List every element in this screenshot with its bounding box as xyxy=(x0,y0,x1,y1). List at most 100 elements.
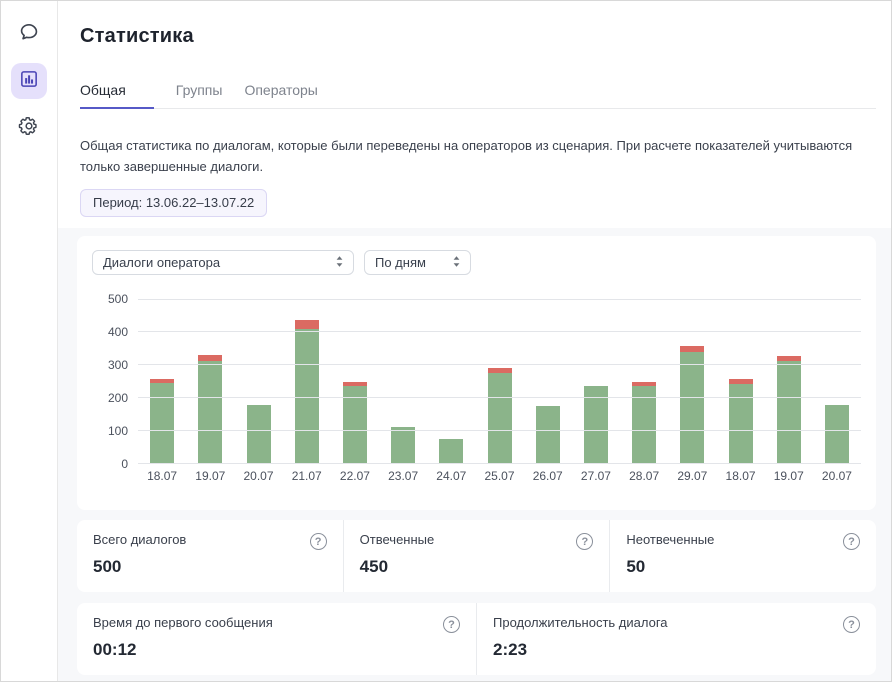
sidebar xyxy=(1,1,58,681)
bar-slot xyxy=(186,299,234,464)
bar-segment-answered xyxy=(343,386,367,464)
x-axis-label: 29.07 xyxy=(668,469,716,483)
help-icon[interactable]: ? xyxy=(843,616,860,633)
bar-segment-answered xyxy=(247,405,271,464)
stat-label: Время до первого сообщения xyxy=(93,615,273,630)
tab-general[interactable]: Общая xyxy=(80,82,154,109)
stat-label: Отвеченные xyxy=(360,532,435,547)
x-axis-label: 19.07 xyxy=(765,469,813,483)
bar-segment-answered xyxy=(150,383,174,464)
bar-19.07[interactable] xyxy=(777,356,801,464)
stat-card-unanswered: Неотвеченные ? 50 xyxy=(609,520,876,592)
x-axis-label: 23.07 xyxy=(379,469,427,483)
bar-slot xyxy=(524,299,572,464)
bar-segment-answered xyxy=(632,386,656,464)
bar-segment-answered xyxy=(729,384,753,464)
plot-area xyxy=(138,299,861,464)
bar-slot xyxy=(331,299,379,464)
gridline xyxy=(138,299,861,300)
bar-22.07[interactable] xyxy=(343,382,367,464)
help-icon[interactable]: ? xyxy=(443,616,460,633)
y-axis-tick-label: 200 xyxy=(108,391,128,405)
bar-segment-answered xyxy=(777,361,801,464)
x-axis-label: 19.07 xyxy=(186,469,234,483)
y-axis-tick-label: 100 xyxy=(108,424,128,438)
sidebar-item-statistics[interactable] xyxy=(11,63,47,99)
chat-bubble-icon xyxy=(18,21,40,48)
app-window: Статистика Общая Группы Операторы Общая … xyxy=(0,0,892,682)
bar-slot xyxy=(765,299,813,464)
period-badge[interactable]: Период: 13.06.22–13.07.22 xyxy=(80,189,267,217)
stat-value: 2:23 xyxy=(493,640,860,660)
bar-chart-icon xyxy=(18,68,40,95)
bar-slot xyxy=(813,299,861,464)
bar-segment-answered xyxy=(680,352,704,464)
help-icon[interactable]: ? xyxy=(576,533,593,550)
bar-slot xyxy=(572,299,620,464)
bar-23.07[interactable] xyxy=(391,427,415,464)
granularity-select[interactable]: По дням xyxy=(364,250,471,275)
bar-18.07[interactable] xyxy=(729,379,753,464)
bar-25.07[interactable] xyxy=(488,368,512,464)
help-icon[interactable]: ? xyxy=(310,533,327,550)
x-axis-label: 18.07 xyxy=(716,469,764,483)
chart-panel: Диалоги оператора По дням 01002 xyxy=(77,236,876,510)
sidebar-item-settings[interactable] xyxy=(11,110,47,146)
bar-24.07[interactable] xyxy=(439,439,463,464)
stat-label: Продолжительность диалога xyxy=(493,615,668,630)
bar-slot xyxy=(283,299,331,464)
bar-slot xyxy=(620,299,668,464)
bar-segment-answered xyxy=(488,373,512,464)
page-title: Статистика xyxy=(80,25,891,48)
bar-slot xyxy=(379,299,427,464)
x-axis-label: 26.07 xyxy=(524,469,572,483)
gear-icon xyxy=(18,115,40,142)
bar-18.07[interactable] xyxy=(150,379,174,464)
gridline xyxy=(138,463,861,464)
stat-card-total-dialogs: Всего диалогов ? 500 xyxy=(77,520,343,592)
x-axis-label: 28.07 xyxy=(620,469,668,483)
sidebar-item-chats[interactable] xyxy=(11,16,47,52)
bar-segment-unanswered xyxy=(295,320,319,328)
y-axis-tick-label: 400 xyxy=(108,325,128,339)
metric-select-value: Диалоги оператора xyxy=(103,255,220,270)
x-axis-label: 18.07 xyxy=(138,469,186,483)
stat-value: 450 xyxy=(360,557,594,577)
stat-label: Неотвеченные xyxy=(626,532,714,547)
x-axis-label: 20.07 xyxy=(234,469,282,483)
bar-27.07[interactable] xyxy=(584,386,608,464)
tab-bar: Общая Группы Операторы xyxy=(80,82,876,109)
bars-layer xyxy=(138,299,861,464)
bar-19.07[interactable] xyxy=(198,355,222,464)
bar-slot xyxy=(138,299,186,464)
chart-controls: Диалоги оператора По дням xyxy=(92,250,861,275)
gridline xyxy=(138,331,861,332)
y-axis-tick-label: 500 xyxy=(108,292,128,306)
bar-segment-answered xyxy=(391,427,415,464)
tab-groups[interactable]: Группы xyxy=(176,82,223,108)
tab-operators[interactable]: Операторы xyxy=(244,82,317,108)
bar-segment-answered xyxy=(536,406,560,464)
bar-26.07[interactable] xyxy=(536,406,560,464)
x-axis-label: 27.07 xyxy=(572,469,620,483)
stat-card-first-message-time: Время до первого сообщения ? 00:12 xyxy=(77,603,476,675)
stats-row-1: Всего диалогов ? 500 Отвеченные ? 450 Не… xyxy=(77,520,876,592)
help-icon[interactable]: ? xyxy=(843,533,860,550)
stat-value: 00:12 xyxy=(93,640,460,660)
bar-slot xyxy=(427,299,475,464)
metric-select[interactable]: Диалоги оператора xyxy=(92,250,354,275)
bar-21.07[interactable] xyxy=(295,320,319,464)
stat-label: Всего диалогов xyxy=(93,532,186,547)
bar-20.07[interactable] xyxy=(825,405,849,464)
stats-row-2: Время до первого сообщения ? 00:12 Продо… xyxy=(77,603,876,675)
bar-20.07[interactable] xyxy=(247,405,271,464)
x-axis-label: 20.07 xyxy=(813,469,861,483)
bar-segment-answered xyxy=(198,361,222,464)
bar-segment-answered xyxy=(439,439,463,464)
bar-segment-answered xyxy=(584,386,608,464)
bar-28.07[interactable] xyxy=(632,382,656,464)
bar-slot xyxy=(716,299,764,464)
y-axis: 0100200300400500 xyxy=(92,299,138,464)
statistics-board: Диалоги оператора По дням 01002 xyxy=(58,228,891,681)
x-axis-label: 25.07 xyxy=(475,469,523,483)
